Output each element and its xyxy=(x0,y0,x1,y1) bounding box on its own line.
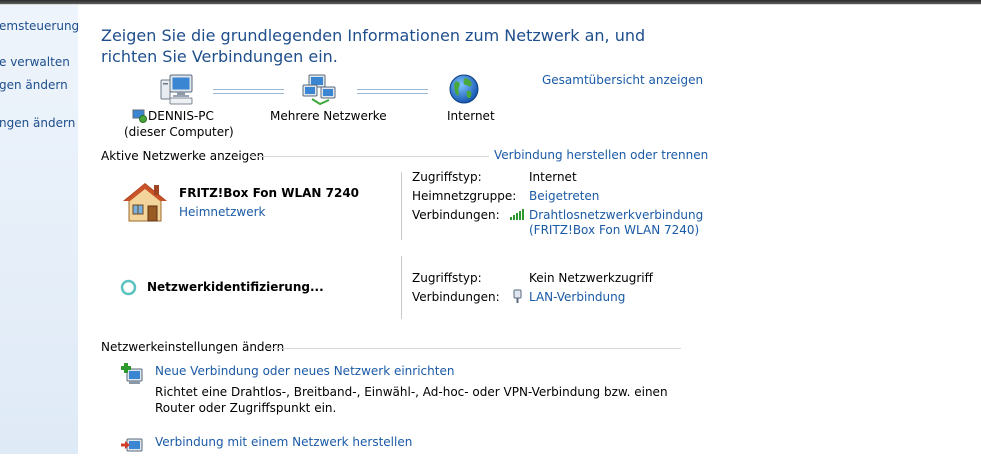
small-computer-icon xyxy=(132,109,147,126)
lan-connection-link[interactable]: LAN-Verbindung xyxy=(529,290,625,304)
main-content: Zeigen Sie die grundlegenden Information… xyxy=(78,5,981,454)
map-link-1 xyxy=(213,89,284,94)
page-title: Zeigen Sie die grundlegenden Information… xyxy=(101,26,646,66)
sidebar-item-change-adapter[interactable]: gen ändern xyxy=(0,78,68,92)
network2-connections-label: Verbindungen: xyxy=(412,290,500,304)
active-networks-rule xyxy=(249,156,489,157)
sidebar-item-manage-wireless[interactable]: e verwalten xyxy=(0,55,70,69)
computer-name-label[interactable]: DENNIS-PC xyxy=(148,109,214,124)
network2-name: Netzwerkidentifizierung... xyxy=(147,280,324,294)
connect-disconnect-link[interactable]: Verbindung herstellen oder trennen xyxy=(494,148,708,162)
new-connection-link[interactable]: Neue Verbindung oder neues Netzwerk einr… xyxy=(155,364,454,378)
full-map-link[interactable]: Gesamtübersicht anzeigen xyxy=(542,73,703,87)
sidebar-item-change-sharing[interactable]: ngen ändern xyxy=(0,116,75,130)
identifying-spinner-icon xyxy=(120,279,137,299)
wireless-connection-ssid: (FRITZ!Box Fon WLAN 7240) xyxy=(529,223,700,237)
settings-heading: Netzwerkeinstellungen ändern xyxy=(101,340,285,354)
left-navigation-pane: emsteuerung e verwalten gen ändern ngen … xyxy=(0,5,78,454)
network1-divider xyxy=(401,172,402,240)
network1-type-link[interactable]: Heimnetzwerk xyxy=(179,205,266,219)
wireless-connection-name: Drahtlosnetzwerkverbindung xyxy=(529,208,704,222)
map-link-2 xyxy=(357,89,428,94)
multiple-networks-label[interactable]: Mehrere Netzwerke xyxy=(270,109,387,124)
new-connection-icon[interactable] xyxy=(120,363,144,390)
network1-connections-label: Verbindungen: xyxy=(412,208,500,222)
computer-icon xyxy=(160,74,196,109)
wireless-signal-icon xyxy=(510,209,525,223)
network2-access-label: Zugriffstyp: xyxy=(412,271,482,285)
connect-to-network-icon[interactable] xyxy=(120,435,144,458)
connect-to-network-link[interactable]: Verbindung mit einem Netzwerk herstellen xyxy=(155,435,412,449)
network1-homegroup-label: Heimnetzgruppe: xyxy=(412,189,517,203)
network1-access-label: Zugriffstyp: xyxy=(412,170,482,184)
home-network-icon[interactable] xyxy=(120,179,170,226)
lan-plug-icon xyxy=(513,289,522,306)
settings-rule xyxy=(266,348,681,349)
internet-globe-icon xyxy=(448,73,480,108)
network1-access-value: Internet xyxy=(529,170,577,184)
network2-access-value: Kein Netzwerkzugriff xyxy=(529,271,653,285)
computer-sub-label: (dieser Computer) xyxy=(124,125,234,139)
network1-name: FRITZ!Box Fon WLAN 7240 xyxy=(179,186,360,200)
active-networks-heading: Aktive Netzwerke anzeigen xyxy=(101,149,265,163)
network2-divider xyxy=(401,256,402,319)
sidebar-item-control-panel-home[interactable]: emsteuerung xyxy=(0,19,78,33)
internet-label[interactable]: Internet xyxy=(447,109,495,124)
wireless-connection-link[interactable]: Drahtlosnetzwerkverbindung (FRITZ!Box Fo… xyxy=(529,208,703,238)
multiple-networks-icon xyxy=(302,73,338,110)
new-connection-description: Richtet eine Drahtlos-, Breitband-, Einw… xyxy=(155,385,668,415)
network1-homegroup-link[interactable]: Beigetreten xyxy=(529,189,599,203)
